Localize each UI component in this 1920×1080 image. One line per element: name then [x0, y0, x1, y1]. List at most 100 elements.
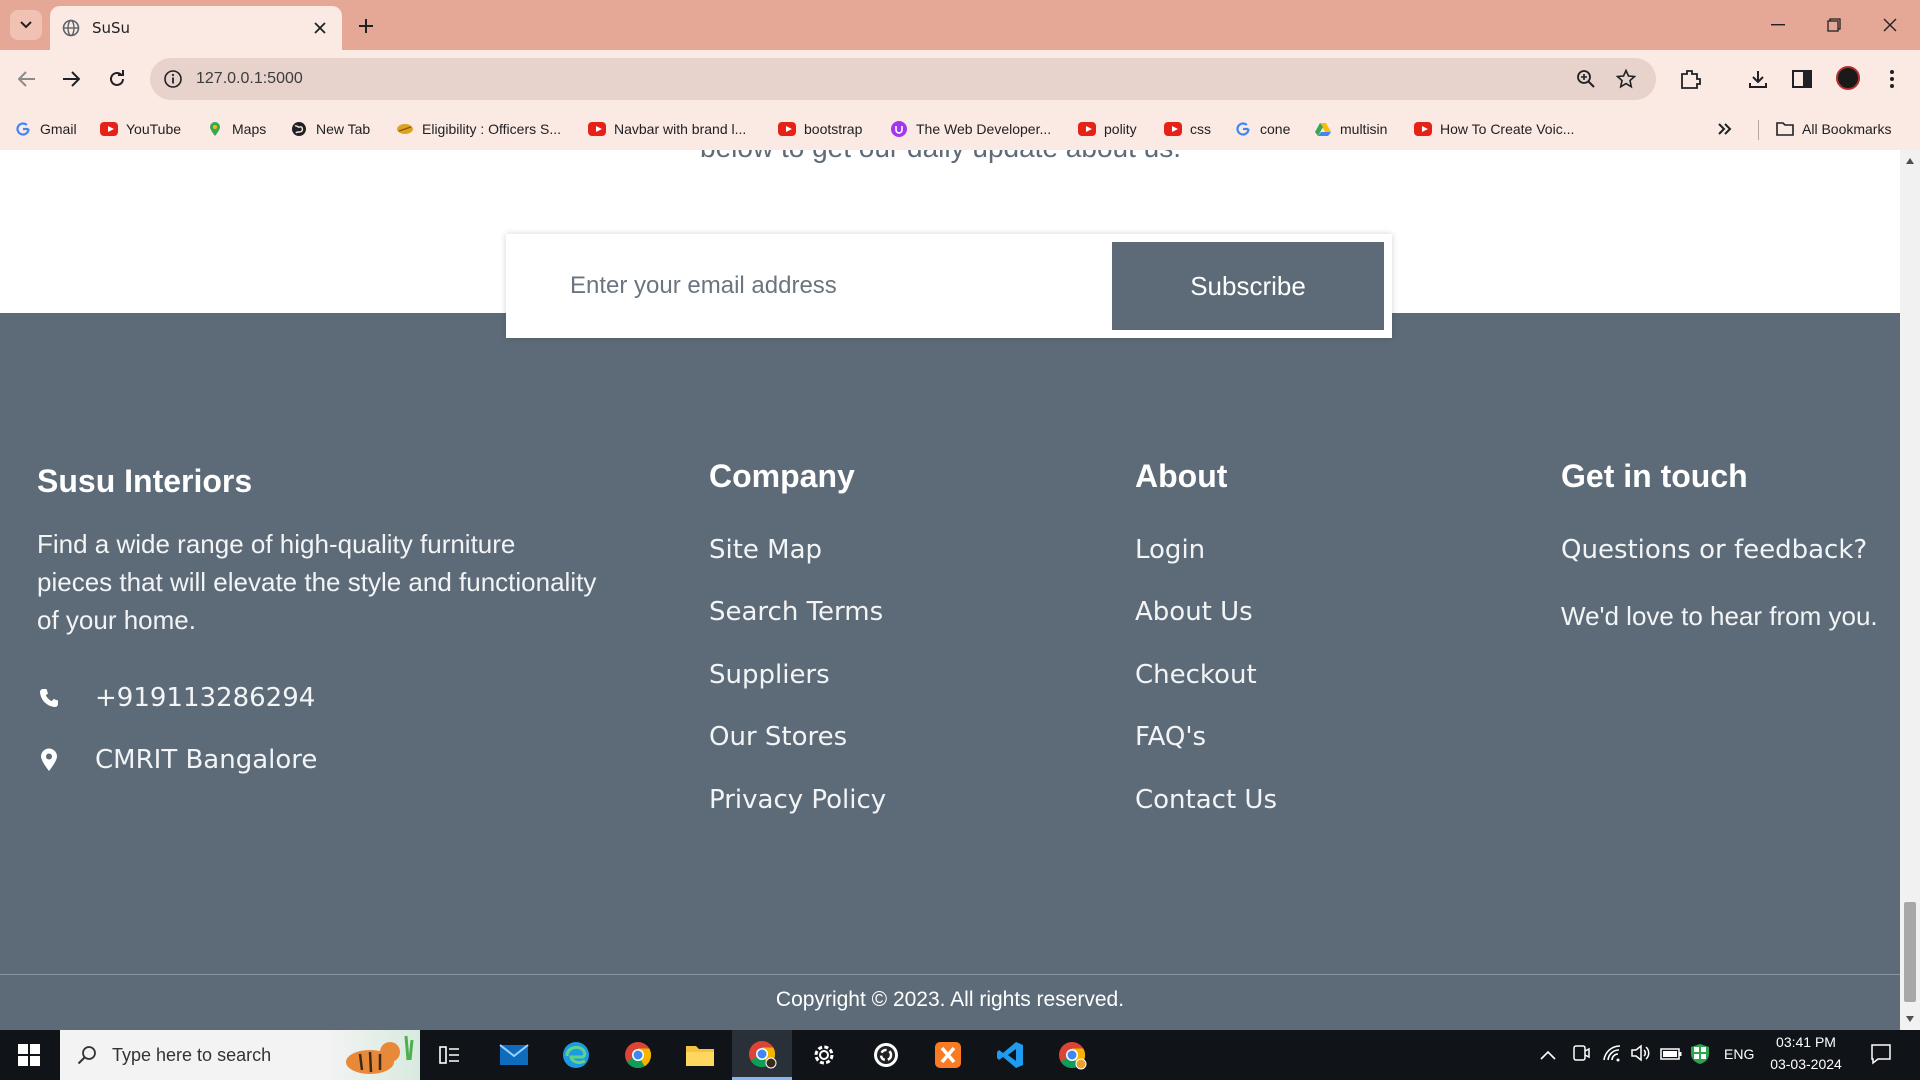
minimize-button[interactable] — [1750, 0, 1806, 50]
bookmark-star-icon[interactable] — [1614, 67, 1638, 91]
footer-link-login[interactable]: Login — [1135, 535, 1205, 565]
clock-time[interactable]: 03:41 PM — [1770, 1034, 1842, 1050]
subscribe-button[interactable]: Subscribe — [1112, 242, 1384, 330]
clock-date[interactable]: 03-03-2024 — [1766, 1056, 1846, 1072]
google-icon — [1234, 122, 1252, 136]
bookmark-css[interactable]: css — [1164, 118, 1211, 140]
chrome-icon — [749, 1040, 777, 1068]
file-explorer-app[interactable] — [670, 1030, 730, 1080]
zoom-icon[interactable] — [1574, 67, 1598, 91]
bookmark-youtube[interactable]: YouTube — [100, 118, 181, 140]
all-bookmarks-button[interactable]: All Bookmarks — [1776, 118, 1891, 140]
edge-app[interactable] — [546, 1030, 606, 1080]
menu-dots-icon[interactable] — [1878, 65, 1906, 93]
chrome-app-active[interactable] — [732, 1030, 792, 1080]
side-panel-icon[interactable] — [1788, 65, 1816, 93]
chrome-profile-app[interactable] — [1042, 1030, 1102, 1080]
location-text: CMRIT Bangalore — [95, 745, 318, 775]
plus-icon — [359, 19, 373, 33]
bookmark-polity[interactable]: polity — [1078, 118, 1137, 140]
close-tab-icon[interactable] — [310, 18, 330, 38]
phone-icon — [37, 686, 61, 710]
bookmark-eligibility[interactable]: Eligibility : Officers S... — [396, 118, 561, 140]
bookmark-multisin[interactable]: multisin — [1314, 118, 1387, 140]
forward-button[interactable] — [56, 64, 86, 94]
folder-icon — [686, 1046, 714, 1066]
bookmark-navbar[interactable]: Navbar with brand l... — [588, 118, 746, 140]
wifi-icon[interactable] — [1602, 1044, 1622, 1066]
scroll-up-icon[interactable] — [1906, 158, 1914, 164]
vscode-icon — [997, 1042, 1023, 1068]
double-chevron-right-icon — [1718, 123, 1732, 135]
xampp-app[interactable] — [918, 1030, 978, 1080]
bookmark-new-tab[interactable]: New Tab — [290, 118, 370, 140]
udemy-icon — [890, 121, 908, 137]
start-button[interactable] — [0, 1030, 58, 1080]
page-scrollbar[interactable] — [1900, 150, 1920, 1030]
back-button[interactable] — [12, 64, 42, 94]
footer-link-site-map[interactable]: Site Map — [709, 535, 822, 565]
volume-icon[interactable] — [1630, 1044, 1650, 1066]
settings-app[interactable] — [794, 1030, 854, 1080]
bookmark-label: New Tab — [316, 121, 371, 137]
footer-link-our-stores[interactable]: Our Stores — [709, 722, 847, 752]
tab-search-button[interactable] — [10, 10, 42, 40]
bookmark-bootstrap[interactable]: bootstrap — [778, 118, 862, 140]
reload-button[interactable] — [102, 64, 132, 94]
contact-line-questions: Questions or feedback? — [1561, 535, 1868, 565]
extensions-icon[interactable] — [1676, 65, 1704, 93]
new-tab-button[interactable] — [352, 12, 380, 40]
active-tab[interactable]: SuSu — [50, 6, 342, 50]
footer-link-suppliers[interactable]: Suppliers — [709, 660, 830, 690]
mail-app[interactable] — [484, 1030, 544, 1080]
site-info-icon[interactable] — [162, 68, 184, 90]
footer-link-search-terms[interactable]: Search Terms — [709, 597, 883, 627]
bookmark-web-developer[interactable]: The Web Developer... — [890, 118, 1051, 140]
address-bar[interactable]: 127.0.0.1:5000 — [150, 58, 1656, 100]
tray-overflow-icon[interactable] — [1540, 1045, 1556, 1064]
windows-logo-icon — [18, 1044, 40, 1066]
task-view-button[interactable] — [420, 1030, 480, 1080]
meet-icon[interactable] — [1572, 1043, 1590, 1067]
all-bookmarks-label: All Bookmarks — [1802, 121, 1892, 137]
scroll-down-icon[interactable] — [1906, 1016, 1914, 1022]
restore-button[interactable] — [1806, 0, 1862, 50]
footer-link-checkout[interactable]: Checkout — [1135, 660, 1257, 690]
youtube-icon — [1414, 122, 1432, 136]
search-highlight-image[interactable] — [326, 1030, 420, 1080]
bookmark-cone[interactable]: cone — [1234, 118, 1290, 140]
gear-icon — [814, 1045, 834, 1065]
footer-link-contact-us[interactable]: Contact Us — [1135, 785, 1277, 815]
vscode-app[interactable] — [980, 1030, 1040, 1080]
scrollbar-thumb[interactable] — [1904, 902, 1916, 1002]
bookmark-gmail[interactable]: Gmail — [14, 118, 77, 140]
download-icon[interactable] — [1744, 65, 1772, 93]
battery-icon[interactable] — [1660, 1046, 1682, 1065]
profile-avatar[interactable] — [1836, 66, 1860, 90]
copyright-text: Copyright © 2023. All rights reserved. — [775, 988, 1125, 1011]
youtube-icon — [100, 122, 118, 136]
bookmarks-bar: Gmail YouTube Maps New Tab Eligibility :… — [0, 108, 1920, 150]
language-indicator[interactable]: ENG — [1724, 1046, 1754, 1062]
bookmark-label: The Web Developer... — [916, 121, 1052, 137]
footer-link-privacy-policy[interactable]: Privacy Policy — [709, 785, 886, 815]
bookmarks-divider — [1758, 120, 1759, 140]
bookmark-maps[interactable]: Maps — [206, 118, 266, 140]
notifications-icon[interactable] — [1870, 1043, 1892, 1069]
url-text[interactable]: 127.0.0.1:5000 — [196, 70, 303, 88]
brand-description: Find a wide range of high-quality furnit… — [37, 529, 597, 635]
obs-app[interactable] — [856, 1030, 916, 1080]
globe-icon — [62, 19, 80, 37]
task-view-icon — [439, 1046, 459, 1064]
bookmark-voice[interactable]: How To Create Voic... — [1414, 118, 1574, 140]
search-icon — [76, 1044, 98, 1066]
chrome-app[interactable] — [608, 1030, 668, 1080]
email-input[interactable] — [546, 242, 1086, 330]
footer-link-faqs[interactable]: FAQ's — [1135, 722, 1206, 752]
phone-row[interactable]: +919113286294 — [37, 683, 315, 713]
footer-link-about-us[interactable]: About Us — [1135, 597, 1253, 627]
bookmark-label: Navbar with brand l... — [614, 121, 747, 137]
close-window-button[interactable] — [1862, 0, 1918, 50]
security-shield-icon[interactable] — [1690, 1043, 1710, 1069]
more-bookmarks-button[interactable] — [1718, 118, 1732, 140]
